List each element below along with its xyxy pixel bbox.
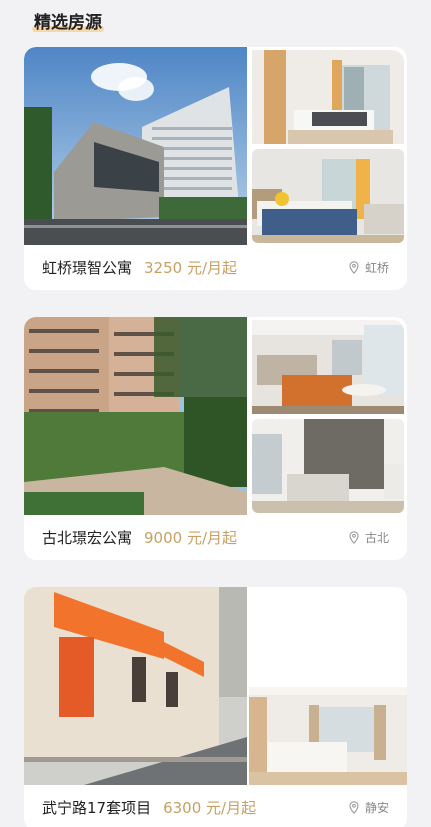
listing-2-location-text: 古北 <box>364 530 389 545</box>
listing-1-bedroom-photo-2 <box>252 149 404 243</box>
listing-1-bedroom-photo-1 <box>252 50 404 144</box>
map-pin-icon <box>349 260 359 274</box>
listing-3-bedroom-photo <box>249 687 407 785</box>
listing-3-name: 武宁路17套项目 <box>42 798 152 817</box>
listing-3-location: 静安 <box>349 799 389 816</box>
listing-2-building-photo <box>24 317 247 515</box>
listing-2-name: 古北璟宏公寓 <box>42 528 133 547</box>
listing-2-living-photo-1 <box>252 320 404 414</box>
listing-1-building-photo <box>24 47 247 245</box>
listing-3-price: 6300 元/月起 <box>163 798 257 817</box>
listing-1-location-text: 虹桥 <box>364 260 389 275</box>
map-pin-icon <box>349 530 359 544</box>
listing-card-1[interactable]: 虹桥璟智公寓 3250 元/月起 虹桥 <box>24 47 407 290</box>
section-title-text: 精选房源 <box>34 13 102 33</box>
map-pin-icon <box>349 800 359 814</box>
listing-card-2[interactable]: 古北璟宏公寓 9000 元/月起 古北 <box>24 317 407 560</box>
listing-2-location: 古北 <box>349 529 389 546</box>
listing-1-price: 3250 元/月起 <box>144 258 238 277</box>
listing-card-3[interactable]: 武宁路17套项目 6300 元/月起 静安 <box>24 587 407 827</box>
listing-1-location: 虹桥 <box>349 259 389 276</box>
listing-3-building-photo <box>24 587 247 785</box>
listing-1-name: 虹桥璟智公寓 <box>42 258 133 277</box>
section-title: 精选房源 <box>32 8 104 33</box>
listing-3-location-text: 静安 <box>364 800 389 815</box>
listing-2-price: 9000 元/月起 <box>144 528 238 547</box>
listing-2-living-photo-2 <box>252 419 404 513</box>
